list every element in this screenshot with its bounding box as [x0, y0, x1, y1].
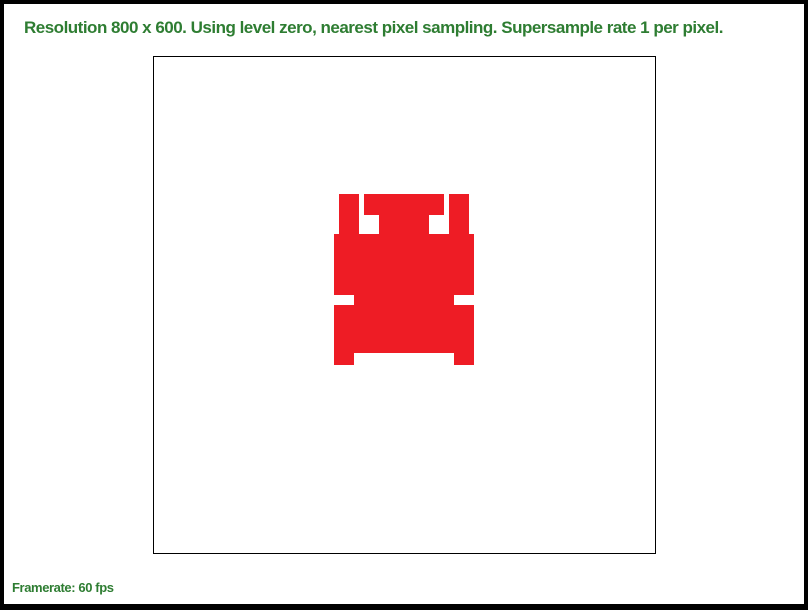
sprite-top-bar: [364, 194, 444, 215]
sprite-right-leg: [454, 353, 474, 365]
sprite-left-post: [339, 194, 359, 236]
render-viewport: Resolution 800 x 600. Using level zero, …: [4, 4, 804, 604]
render-settings-status: Resolution 800 x 600. Using level zero, …: [24, 18, 723, 37]
framerate-label: Framerate: 60 fps: [12, 580, 114, 595]
sprite-shape: [334, 194, 474, 365]
sprite-right-post: [449, 194, 469, 236]
render-canvas[interactable]: [153, 56, 656, 554]
sprite-head: [379, 215, 429, 249]
red-pixel-sprite: [334, 194, 474, 365]
sprite-body-lower: [334, 305, 474, 353]
sprite-left-leg: [334, 353, 354, 365]
sprite-body-upper: [334, 249, 474, 295]
sprite-body-middle: [354, 295, 454, 305]
